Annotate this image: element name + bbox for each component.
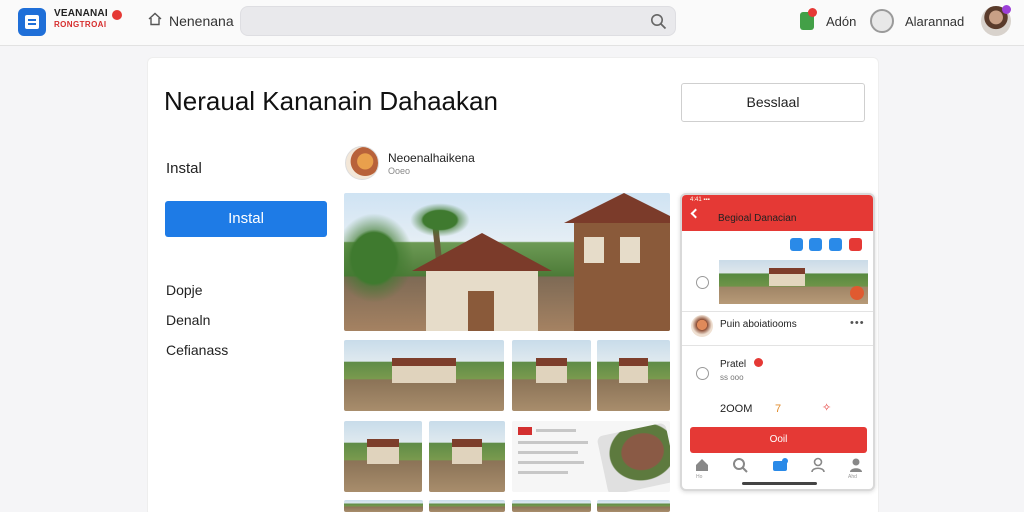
user-name[interactable]: Alarannad	[905, 14, 964, 29]
phone-price-label: Pratel	[720, 359, 747, 370]
phone-radio-2[interactable]	[696, 367, 709, 380]
phone-image[interactable]	[719, 260, 868, 304]
phone-count: 2OOM	[720, 403, 753, 415]
phone-divider	[682, 311, 873, 312]
phone-header: 4:41 ▪▪▪ Begioal Danacian	[682, 195, 873, 231]
phone-title: Begioal Danacian	[718, 213, 797, 224]
nav-active-icon[interactable]	[772, 457, 788, 473]
screenshot-thumb-4[interactable]	[344, 421, 422, 492]
screenshot-main[interactable]	[344, 193, 670, 331]
phone-tool-share-icon[interactable]	[790, 238, 803, 251]
nav-profile-icon[interactable]	[810, 457, 826, 473]
publisher-avatar[interactable]	[345, 146, 379, 180]
brand-badge-icon	[112, 10, 122, 20]
search-input[interactable]	[240, 6, 676, 36]
sidebar-link-1[interactable]: Dopje	[166, 282, 203, 298]
screenshot-thumb-10[interactable]	[597, 500, 670, 512]
nav-search-icon[interactable]	[732, 457, 748, 473]
screenshot-thumb-9[interactable]	[512, 500, 591, 512]
phone-tool-close-icon[interactable]	[849, 238, 862, 251]
search-icon[interactable]	[650, 13, 667, 30]
sidebar-link-2[interactable]: Denaln	[166, 312, 210, 328]
notification-badge	[808, 8, 817, 17]
phone-post-name: Puin aboiatiooms	[720, 319, 797, 330]
user-circle-icon[interactable]	[870, 9, 894, 33]
screenshot-thumb-8[interactable]	[429, 500, 505, 512]
phone-bookmark-icon[interactable]: 7	[775, 403, 781, 415]
phone-cta-button[interactable]: Ooil	[690, 427, 867, 453]
nav-label-home: Ho	[696, 474, 703, 480]
avatar-badge	[1002, 5, 1011, 14]
screenshot-thumb-6[interactable]	[512, 421, 670, 492]
nav-account-icon[interactable]	[848, 457, 864, 473]
home-icon[interactable]	[148, 12, 162, 26]
phone-star-icon[interactable]: ✧	[822, 401, 831, 414]
phone-preview: 4:41 ▪▪▪ Begioal Danacian Puin aboiatioo…	[680, 193, 875, 491]
phone-home-indicator	[742, 482, 817, 485]
screenshot-thumb-7[interactable]	[344, 500, 423, 512]
phone-status-bar: 4:41 ▪▪▪	[690, 197, 710, 203]
add-link[interactable]: Adón	[826, 14, 856, 29]
screenshot-thumb-2[interactable]	[512, 340, 591, 411]
sidebar-link-3[interactable]: Cefianass	[166, 342, 228, 358]
phone-tool-info-icon[interactable]	[809, 238, 822, 251]
install-heading: Instal	[166, 160, 202, 177]
phone-tool-link-icon[interactable]	[829, 238, 842, 251]
phone-price-sub: ss ooo	[720, 373, 744, 382]
screenshot-thumb-5[interactable]	[429, 421, 505, 492]
page-title: Neraual Kananain Dahaakan	[164, 86, 498, 116]
phone-divider	[682, 345, 873, 346]
top-bar: VEANANAI RONGTROAI Nenenana Adón Alarann…	[0, 0, 1024, 46]
secondary-button[interactable]: Besslaal	[681, 83, 865, 122]
screenshot-thumb-1[interactable]	[344, 340, 504, 411]
publisher-meta: Ooeo	[388, 166, 411, 176]
screenshot-thumb-3[interactable]	[597, 340, 670, 411]
back-icon[interactable]	[690, 208, 701, 219]
install-button[interactable]: Instal	[165, 201, 327, 237]
more-icon[interactable]: •••	[850, 317, 865, 329]
publisher-name[interactable]: Neoenalhaikena	[388, 151, 475, 165]
nav-label-account: Ahd	[848, 474, 857, 480]
phone-price-badge	[754, 358, 763, 367]
phone-radio-1[interactable]	[696, 276, 709, 289]
app-logo-icon[interactable]	[18, 8, 46, 36]
brand-subtitle: RONGTROAI	[54, 20, 107, 29]
phone-post-avatar[interactable]	[691, 315, 713, 337]
nav-home-icon[interactable]	[694, 457, 710, 473]
home-link[interactable]: Nenenana	[169, 13, 234, 29]
